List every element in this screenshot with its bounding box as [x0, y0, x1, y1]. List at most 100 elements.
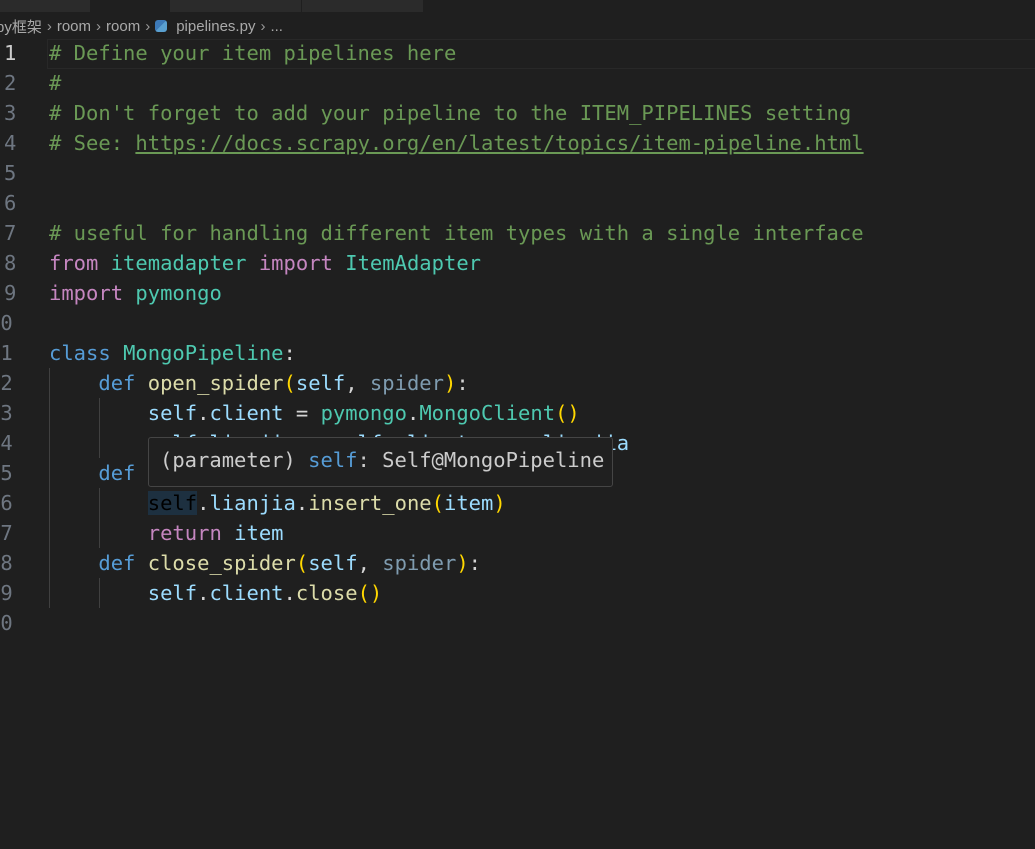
line-number: 5 — [4, 161, 17, 185]
line-number: 2 — [4, 71, 17, 95]
code-line[interactable]: 16 self.lianjia.insert_one(item) — [0, 488, 1035, 518]
line-number: 10 — [0, 311, 13, 335]
code-line[interactable]: 12 def open_spider(self, spider): — [0, 368, 1035, 398]
code-token: . — [197, 401, 210, 425]
tab-strip — [0, 0, 1035, 12]
code-token: # See: — [49, 131, 136, 155]
code-text: # Don't forget to add your pipeline to t… — [49, 98, 851, 128]
code-token: spider — [369, 371, 444, 395]
code-token: . — [295, 491, 309, 515]
code-text: class MongoPipeline: — [49, 338, 296, 368]
chevron-right-icon: › — [46, 17, 52, 35]
code-token: from — [49, 251, 99, 275]
code-line[interactable]: 9 import pymongo — [0, 278, 1035, 308]
code-token: spider — [382, 551, 457, 575]
code-token: . — [283, 581, 296, 605]
code-text: # See: https://docs.scrapy.org/en/latest… — [49, 128, 864, 158]
breadcrumb-item[interactable]: py框架 — [0, 16, 42, 37]
code-token: close_spider — [147, 551, 296, 575]
breadcrumb-item[interactable]: room — [57, 18, 91, 35]
tab[interactable] — [0, 0, 90, 12]
code-line[interactable]: 13 self.client = pymongo.MongoClient() — [0, 398, 1035, 428]
line-number: 9 — [4, 281, 17, 305]
code-token: self — [147, 401, 198, 425]
line-number: 13 — [0, 401, 13, 425]
code-token: itemadapter — [110, 251, 247, 275]
code-line[interactable]: 20 — [0, 608, 1035, 638]
code-token: . — [197, 581, 210, 605]
code-text: import pymongo — [49, 278, 222, 308]
breadcrumb-item[interactable]: room — [106, 18, 140, 35]
breadcrumb: py框架 › room › room › pipelines.py › ... — [0, 14, 283, 38]
code-line[interactable]: 3 # Don't forget to add your pipeline to … — [0, 98, 1035, 128]
code-line[interactable]: 11 class MongoPipeline: — [0, 338, 1035, 368]
code-line[interactable]: 1 # Define your item pipelines here — [0, 38, 1035, 68]
code-line[interactable]: 10 — [0, 308, 1035, 338]
line-number: 19 — [0, 581, 13, 605]
code-token: client — [209, 581, 284, 605]
link[interactable]: https://docs.scrapy.org/en/latest/topics… — [135, 131, 863, 155]
code-token: # Define your item pipelines here — [49, 41, 457, 65]
code-text: return item — [49, 518, 284, 548]
code-token: pymongo — [320, 401, 407, 425]
tooltip-type: : Self@MongoPipeline — [357, 448, 605, 472]
tab[interactable] — [170, 0, 301, 12]
code-token: import — [258, 251, 333, 275]
line-number: 3 — [4, 101, 17, 125]
code-line[interactable]: 5 — [0, 158, 1035, 188]
breadcrumb-item[interactable]: pipelines.py — [176, 18, 255, 35]
tab[interactable] — [302, 0, 423, 12]
code-text: # — [49, 68, 61, 98]
code-text: def — [49, 458, 135, 488]
code-token: : — [468, 551, 482, 575]
line-number: 4 — [4, 131, 17, 155]
line-number: 14 — [0, 431, 13, 455]
code-line[interactable]: 17 return item — [0, 518, 1035, 548]
code-token: ItemAdapter — [345, 251, 481, 275]
code-token: pymongo — [135, 281, 222, 305]
code-line[interactable]: 7 # useful for handling different item ty… — [0, 218, 1035, 248]
code-token: ) — [443, 371, 457, 395]
code-line[interactable]: 6 — [0, 188, 1035, 218]
code-token: lianjia — [209, 491, 296, 515]
code-token: class — [49, 341, 111, 365]
code-line[interactable]: 18 def close_spider(self, spider): — [0, 548, 1035, 578]
code-token: client — [209, 401, 284, 425]
code-line[interactable]: 8 from itemadapter import ItemAdapter — [0, 248, 1035, 278]
code-token: return — [147, 521, 222, 545]
code-line[interactable]: 2 # — [0, 68, 1035, 98]
code-token: , — [357, 551, 383, 575]
code-token: def — [98, 461, 136, 485]
code-text: # useful for handling different item typ… — [49, 218, 864, 248]
line-number: 20 — [0, 611, 13, 635]
code-token: close — [295, 581, 358, 605]
code-line[interactable]: 4 # See: https://docs.scrapy.org/en/lates… — [0, 128, 1035, 158]
tooltip-name: self — [308, 448, 358, 472]
chevron-right-icon: › — [145, 17, 151, 35]
chevron-right-icon: › — [260, 17, 266, 35]
code-text: self.client.close() — [49, 578, 383, 608]
line-number: 8 — [4, 251, 17, 275]
code-token: item — [234, 521, 284, 545]
code-token: ( — [295, 551, 309, 575]
code-token: self — [147, 491, 198, 515]
code-token: . — [406, 401, 420, 425]
code-token: : — [456, 371, 469, 395]
code-token: import — [49, 281, 124, 305]
code-token: self — [308, 551, 358, 575]
code-token: ) — [493, 491, 506, 515]
breadcrumb-item[interactable]: ... — [270, 18, 283, 35]
code-line[interactable]: 19 self.client.close() — [0, 578, 1035, 608]
tooltip-kind: (parameter) — [160, 448, 309, 472]
